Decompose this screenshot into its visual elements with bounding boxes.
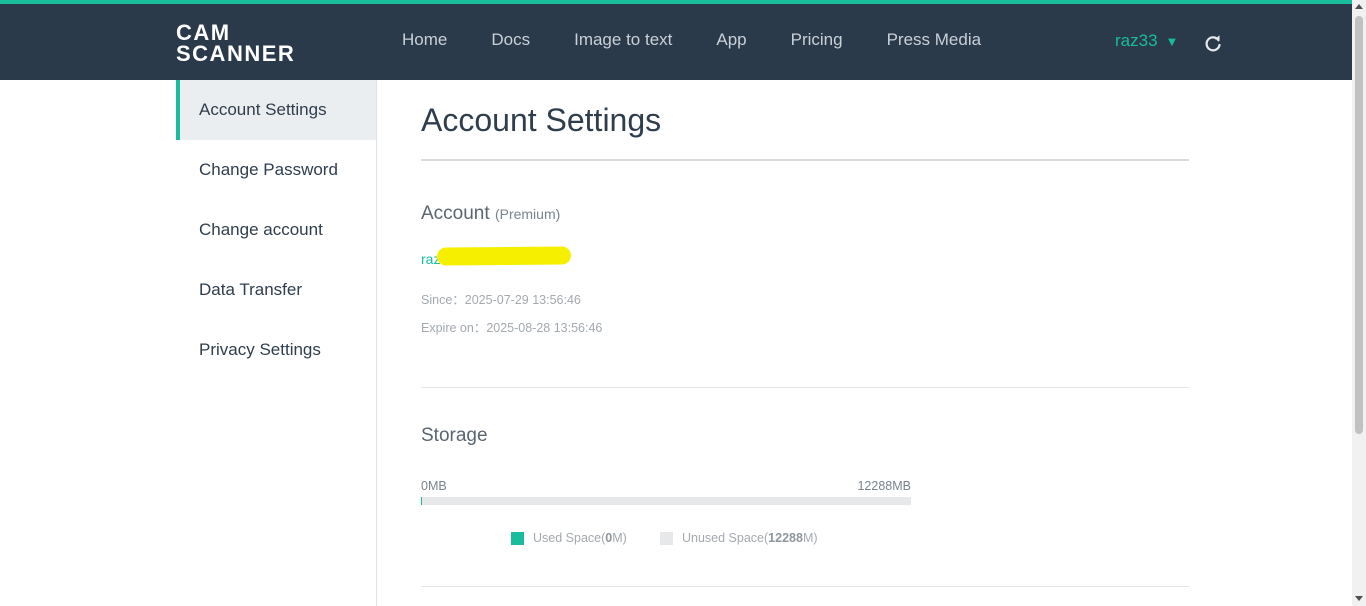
main-nav: Home Docs Image to text App Pricing Pres… — [380, 30, 1003, 50]
used-swatch-icon — [511, 531, 524, 545]
storage-progress-bar — [421, 497, 911, 505]
storage-legend: Used Space(0M) Unused Space(12288M) — [421, 531, 1189, 551]
user-menu[interactable]: raz33 ▼ — [1115, 31, 1178, 51]
page-scrollbar[interactable] — [1352, 0, 1366, 606]
refresh-icon[interactable] — [1203, 34, 1223, 54]
page-title: Account Settings — [421, 102, 662, 138]
scroll-down-icon[interactable] — [1355, 596, 1363, 601]
redaction-highlight — [436, 246, 572, 266]
storage-max-label: 12288MB — [857, 479, 911, 493]
nav-home[interactable]: Home — [380, 30, 469, 50]
unused-swatch-icon — [660, 531, 673, 545]
sidebar-item-change-password[interactable]: Change Password — [176, 140, 376, 200]
scrollbar-thumb[interactable] — [1355, 16, 1363, 434]
nav-docs[interactable]: Docs — [469, 30, 552, 50]
unused-suffix: M) — [802, 531, 818, 545]
account-divider — [421, 387, 1189, 388]
expire-label: Expire on： — [421, 321, 487, 335]
account-since: Since：2025-07-29 13:56:46 — [421, 289, 1189, 308]
used-prefix: Used Space( — [533, 531, 606, 545]
storage-used-fill — [421, 497, 422, 505]
legend-used-text: Used Space(0M) — [533, 531, 627, 545]
legend-unused-text: Unused Space(12288M) — [682, 531, 818, 545]
legend-unused: Unused Space(12288M) — [660, 531, 818, 545]
top-navigation-bar: CAM SCANNER Home Docs Image to text App … — [0, 0, 1352, 80]
unused-prefix: Unused Space( — [682, 531, 769, 545]
sidebar-item-data-transfer[interactable]: Data Transfer — [176, 260, 376, 320]
account-expire: Expire on：2025-08-28 13:56:46 — [421, 317, 1189, 336]
account-plan-badge: (Premium) — [494, 206, 561, 222]
nav-pricing[interactable]: Pricing — [769, 30, 865, 50]
expire-value: 2025-08-28 13:56:46 — [486, 321, 603, 335]
logo-line-1: CAM — [176, 20, 231, 45]
nav-press-media[interactable]: Press Media — [865, 30, 1003, 50]
nav-image-to-text[interactable]: Image to text — [552, 30, 694, 50]
legend-used: Used Space(0M) — [511, 531, 627, 545]
since-value: 2025-07-29 13:56:46 — [464, 293, 581, 307]
account-heading-text: Account — [421, 203, 490, 224]
main-content: Account Settings Account (Premium) raz S… — [421, 80, 1189, 587]
logo-line-2: SCANNER — [176, 41, 296, 66]
camscanner-logo[interactable]: CAM SCANNER — [176, 20, 296, 66]
account-heading: Account (Premium) — [421, 203, 1189, 225]
sidebar-item-change-account[interactable]: Change account — [176, 200, 376, 260]
storage-bar-labels: 0MB 12288MB — [421, 479, 911, 495]
sidebar-item-account-settings[interactable]: Account Settings — [176, 80, 376, 140]
storage-min-label: 0MB — [421, 479, 447, 493]
nav-app[interactable]: App — [694, 30, 768, 50]
account-email: raz — [421, 246, 1189, 271]
storage-heading: Storage — [421, 425, 488, 446]
caret-down-icon: ▼ — [1165, 34, 1179, 49]
title-divider — [421, 159, 1189, 161]
user-name: raz33 — [1115, 31, 1158, 50]
unused-value: 12288 — [768, 531, 803, 545]
used-suffix: M) — [612, 531, 627, 545]
sidebar-item-privacy-settings[interactable]: Privacy Settings — [176, 320, 376, 380]
since-label: Since： — [421, 293, 465, 307]
settings-sidebar: Account Settings Change Password Change … — [176, 80, 377, 606]
storage-divider — [421, 586, 1189, 587]
scroll-up-icon[interactable] — [1355, 4, 1363, 9]
page: CAM SCANNER Home Docs Image to text App … — [0, 0, 1366, 606]
